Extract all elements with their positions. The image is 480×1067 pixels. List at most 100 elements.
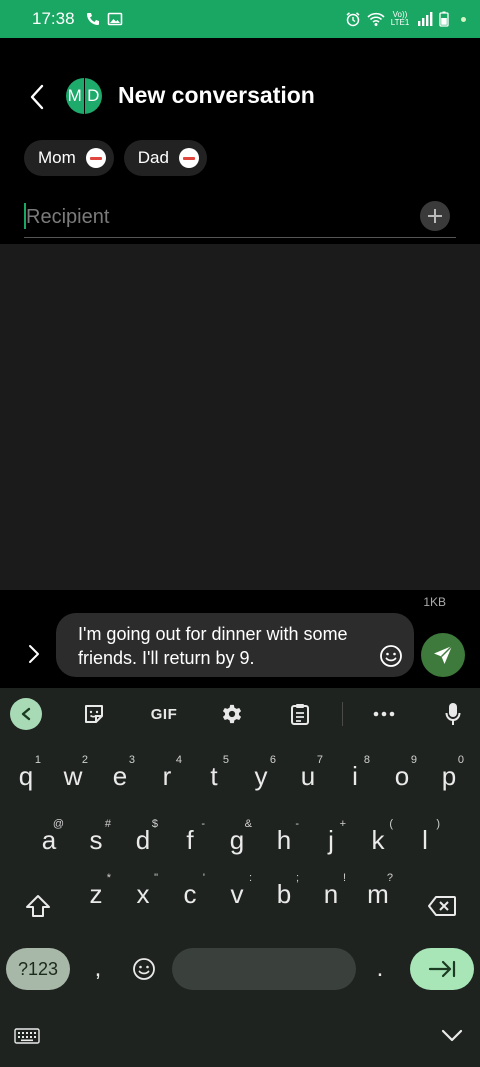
key-f[interactable]: f-: [169, 814, 211, 866]
key-hint: 4: [175, 754, 182, 766]
volte-lte-label: Vo)) LTE1: [390, 10, 410, 27]
key-i[interactable]: i8: [334, 750, 376, 802]
key-y[interactable]: y6: [240, 750, 282, 802]
voice-input-button[interactable]: [437, 698, 469, 730]
hide-keyboard-button[interactable]: [440, 1028, 466, 1050]
key-hint: 1: [34, 754, 41, 766]
wifi-icon: [367, 11, 385, 27]
key-label: v: [230, 878, 244, 909]
recipient-input[interactable]: [26, 200, 406, 234]
comma-key[interactable]: ,: [80, 948, 116, 990]
emoji-key[interactable]: [124, 948, 164, 990]
collapse-toolbar-button[interactable]: [10, 698, 42, 730]
key-label: l: [422, 824, 428, 855]
key-h[interactable]: h-: [263, 814, 305, 866]
page-title: New conversation: [118, 82, 315, 108]
alarm-icon: [345, 11, 361, 27]
recipient-chip[interactable]: Mom: [24, 140, 114, 176]
key-x[interactable]: x ": [122, 868, 164, 920]
recipient-chip[interactable]: Dad: [123, 140, 207, 176]
key-a[interactable]: a @: [28, 814, 70, 866]
clipboard-button[interactable]: [284, 698, 316, 730]
key-b[interactable]: b;: [263, 868, 305, 920]
more-options-button[interactable]: [368, 698, 400, 730]
chevron-right-icon: [29, 645, 39, 663]
key-hint: -: [201, 818, 205, 830]
key-hint: ?: [386, 872, 393, 884]
period-key[interactable]: .: [362, 948, 398, 990]
sticker-icon: [85, 705, 103, 723]
enter-key[interactable]: [410, 948, 474, 990]
key-s[interactable]: s #: [75, 814, 117, 866]
key-l[interactable]: l): [404, 814, 446, 866]
key-hint: 9: [410, 754, 417, 766]
add-recipient-button[interactable]: [420, 201, 450, 231]
keyboard-icon: [14, 1028, 40, 1044]
key-p[interactable]: p0: [428, 750, 470, 802]
settings-button[interactable]: [216, 698, 248, 730]
remove-recipient-icon[interactable]: [85, 148, 106, 168]
key-o[interactable]: o9: [381, 750, 423, 802]
symbols-key[interactable]: ?123: [6, 948, 70, 990]
recipient-chip-label: Mom: [38, 148, 76, 167]
key-label: w: [63, 760, 83, 791]
key-hint: ": [154, 872, 158, 884]
avatar-initial-mom: M: [66, 78, 85, 114]
key-hint: :: [248, 872, 252, 884]
backspace-icon: [428, 896, 456, 916]
key-hint: 7: [316, 754, 323, 766]
key-g[interactable]: g &: [216, 814, 258, 866]
conversation-area: [0, 244, 480, 590]
key-hint: 2: [81, 754, 88, 766]
key-t[interactable]: t5: [193, 750, 235, 802]
key-label: b: [276, 878, 292, 909]
key-label: q: [18, 760, 34, 791]
switch-keyboard-button[interactable]: [14, 1028, 40, 1050]
plus-icon: [428, 209, 442, 223]
send-button[interactable]: [421, 633, 465, 677]
sticker-button[interactable]: [78, 698, 110, 730]
key-w[interactable]: w2: [52, 750, 94, 802]
key-label: s: [89, 824, 103, 855]
key-u[interactable]: u7: [287, 750, 329, 802]
conversation-header: M D New conversation Mom Dad: [0, 38, 480, 244]
compose-bar: 1KB I'm going out for dinner with some f…: [0, 590, 480, 688]
tab-arrow-icon: [428, 960, 456, 978]
group-avatar: M D: [66, 78, 102, 114]
key-r[interactable]: r4: [146, 750, 188, 802]
emoji-button[interactable]: [378, 643, 404, 669]
message-text: I'm going out for dinner with some frien…: [78, 624, 348, 668]
space-key[interactable]: [172, 948, 356, 990]
key-label: k: [371, 824, 385, 855]
remove-recipient-icon[interactable]: [178, 148, 199, 168]
key-n[interactable]: n!: [310, 868, 352, 920]
gif-button[interactable]: GIF: [144, 698, 184, 730]
key-q[interactable]: q1: [5, 750, 47, 802]
key-c[interactable]: c ': [169, 868, 211, 920]
message-input[interactable]: I'm going out for dinner with some frien…: [56, 613, 414, 677]
key-hint: ): [436, 818, 440, 830]
expand-attachments-button[interactable]: [22, 642, 46, 666]
more-horizontal-icon: [373, 711, 395, 717]
notification-dot-icon: [461, 16, 466, 22]
shift-key[interactable]: [16, 880, 60, 932]
key-d[interactable]: d $: [122, 814, 164, 866]
key-hint: 5: [222, 754, 229, 766]
key-j[interactable]: j +: [310, 814, 352, 866]
key-m[interactable]: m?: [357, 868, 399, 920]
battery-icon: [439, 11, 455, 27]
key-hint: +: [339, 818, 346, 830]
recipient-field: [24, 198, 456, 238]
signal-icon: [417, 11, 433, 27]
key-label: z: [89, 878, 103, 909]
key-e[interactable]: e3: [99, 750, 141, 802]
key-label: d: [135, 824, 151, 855]
key-label: x: [136, 878, 150, 909]
backspace-key[interactable]: [420, 880, 464, 932]
chevron-left-icon: [21, 707, 31, 721]
microphone-icon: [445, 703, 461, 725]
key-v[interactable]: v:: [216, 868, 258, 920]
back-button[interactable]: [22, 82, 52, 112]
key-z[interactable]: z *: [75, 868, 117, 920]
key-k[interactable]: k(: [357, 814, 399, 866]
